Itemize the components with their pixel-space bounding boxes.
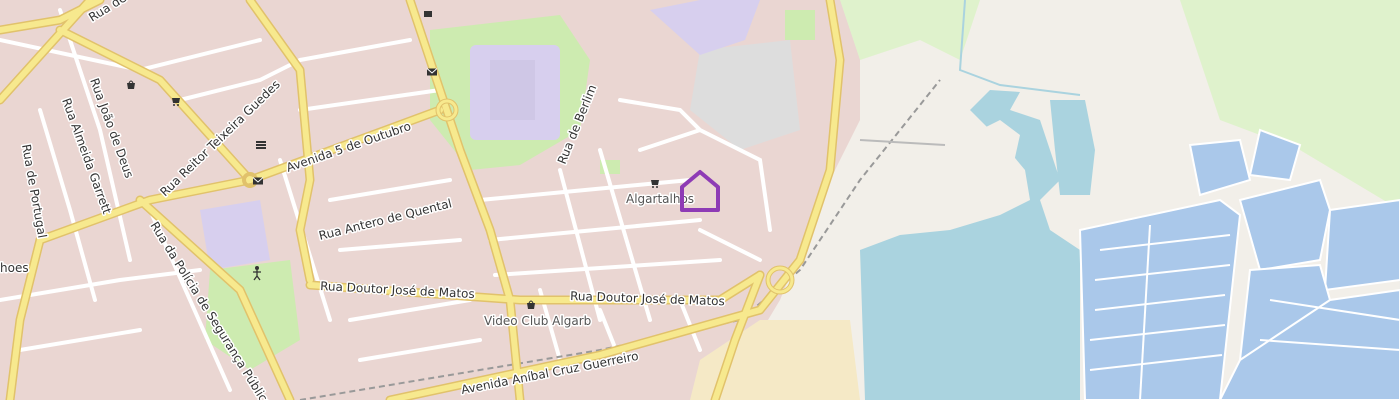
street-label-partial-west: hoes bbox=[0, 261, 29, 275]
place-label-video-club: Video Club Algarb bbox=[484, 314, 591, 328]
post-office-icon[interactable] bbox=[252, 177, 264, 185]
stadium-inner bbox=[490, 60, 535, 120]
map-canvas[interactable]: Rua de Rua João de Deus Rua Almeida Garr… bbox=[0, 0, 1400, 400]
bank-icon[interactable] bbox=[256, 141, 266, 149]
post-office-icon[interactable] bbox=[426, 68, 438, 76]
post-office-icon[interactable] bbox=[424, 11, 432, 17]
green-patch bbox=[785, 10, 815, 40]
